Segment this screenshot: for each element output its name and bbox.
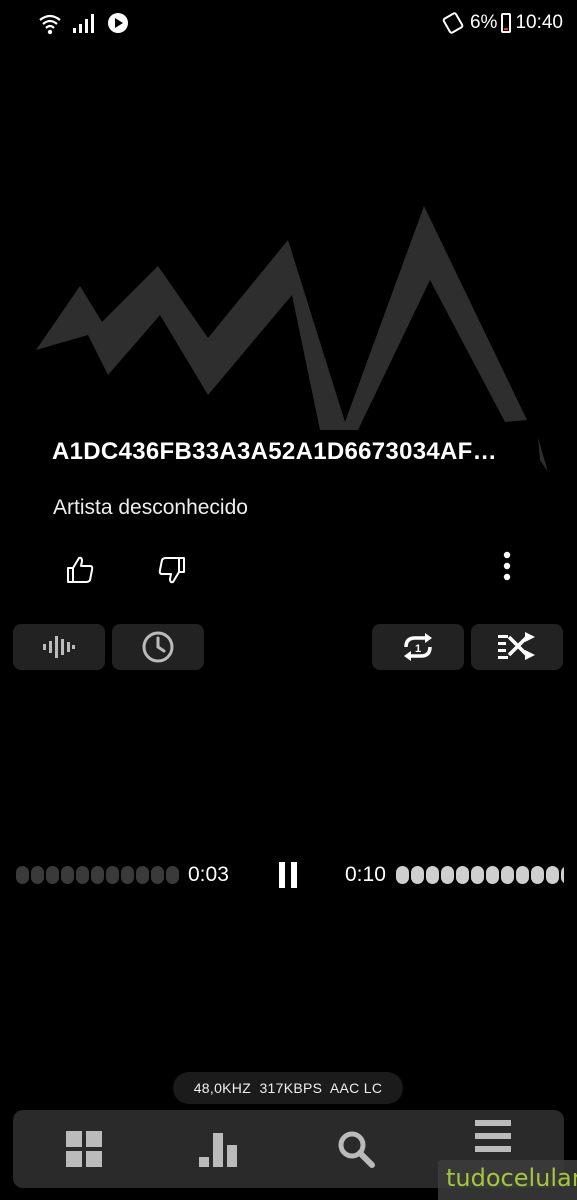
nav-library[interactable] (34, 1110, 134, 1188)
auto-rotate-icon (442, 12, 464, 34)
pause-button[interactable] (268, 855, 308, 895)
album-art-logo (36, 206, 548, 472)
equalizer-icon (43, 636, 75, 658)
sleep-timer-button[interactable] (112, 624, 204, 670)
nav-search[interactable] (306, 1110, 406, 1188)
bitrate: 317KBPS (259, 1080, 323, 1096)
track-title: A1DC436FB33A3A52A1D6673034AF… (52, 438, 497, 465)
watermark: tudocelular (438, 1160, 577, 1200)
track-artist: Artista desconhecido (53, 496, 248, 519)
status-right: 6% 10:40 (440, 12, 563, 34)
progress-played[interactable] (16, 866, 181, 884)
watermark-text: tudocelular (446, 1164, 577, 1192)
codec: AAC LC (329, 1080, 383, 1096)
repeat-one-icon: 1 (404, 633, 432, 661)
thumbs-down-button[interactable] (150, 548, 194, 592)
waveform-dot (106, 866, 119, 884)
svg-text:1: 1 (415, 643, 421, 655)
waveform-dot (441, 866, 454, 884)
waveform-dot (46, 866, 59, 884)
progress-remaining[interactable] (396, 866, 564, 884)
waveform-dot (486, 866, 499, 884)
thumbs-down-icon (158, 557, 185, 584)
elapsed-time: 0:03 (188, 863, 229, 886)
waveform-dot (531, 866, 544, 884)
waveform-dot (456, 866, 469, 884)
waveform-dot (396, 866, 409, 884)
waveform-dot (411, 866, 424, 884)
thumbs-up-button[interactable] (58, 548, 102, 592)
equalizer-button[interactable] (13, 624, 105, 670)
bar-chart-icon (199, 1133, 237, 1167)
battery-icon (501, 13, 512, 33)
nav-charts[interactable] (170, 1110, 270, 1188)
sleep-timer-icon (142, 631, 174, 663)
signal-icon (73, 14, 94, 33)
more-options-icon (503, 551, 511, 581)
search-icon (338, 1131, 375, 1168)
waveform-dot (151, 866, 164, 884)
grid-icon (66, 1131, 102, 1167)
remaining-time: 0:10 (345, 863, 386, 886)
sample-rate: 48,0KHZ (193, 1080, 252, 1096)
wifi-icon (39, 14, 61, 35)
more-options-button[interactable] (490, 546, 524, 586)
battery-percent: 6% (469, 12, 498, 33)
waveform-dot (16, 866, 29, 884)
shuffle-icon (498, 632, 535, 660)
audio-format-info: 48,0KHZ 317KBPS AAC LC (173, 1072, 403, 1104)
waveform-dot (91, 866, 104, 884)
waveform-dot (61, 866, 74, 884)
waveform-dot (76, 866, 89, 884)
waveform-dot (136, 866, 149, 884)
repeat-button[interactable]: 1 (372, 624, 464, 670)
waveform-dot (31, 866, 44, 884)
waveform-dot (561, 866, 564, 884)
waveform-dot (426, 866, 439, 884)
waveform-dot (516, 866, 529, 884)
status-bar: 6% 10:40 (0, 0, 577, 48)
waveform-dot (501, 866, 514, 884)
menu-icon (475, 1120, 511, 1152)
pause-icon (279, 862, 297, 888)
waveform-dot (166, 866, 179, 884)
play-notification-icon (108, 13, 128, 33)
waveform-dot (546, 866, 559, 884)
thumbs-up-icon (67, 556, 94, 583)
waveform-dot (471, 866, 484, 884)
waveform-dot (121, 866, 134, 884)
shuffle-button[interactable] (471, 624, 563, 670)
clock: 10:40 (515, 12, 563, 33)
